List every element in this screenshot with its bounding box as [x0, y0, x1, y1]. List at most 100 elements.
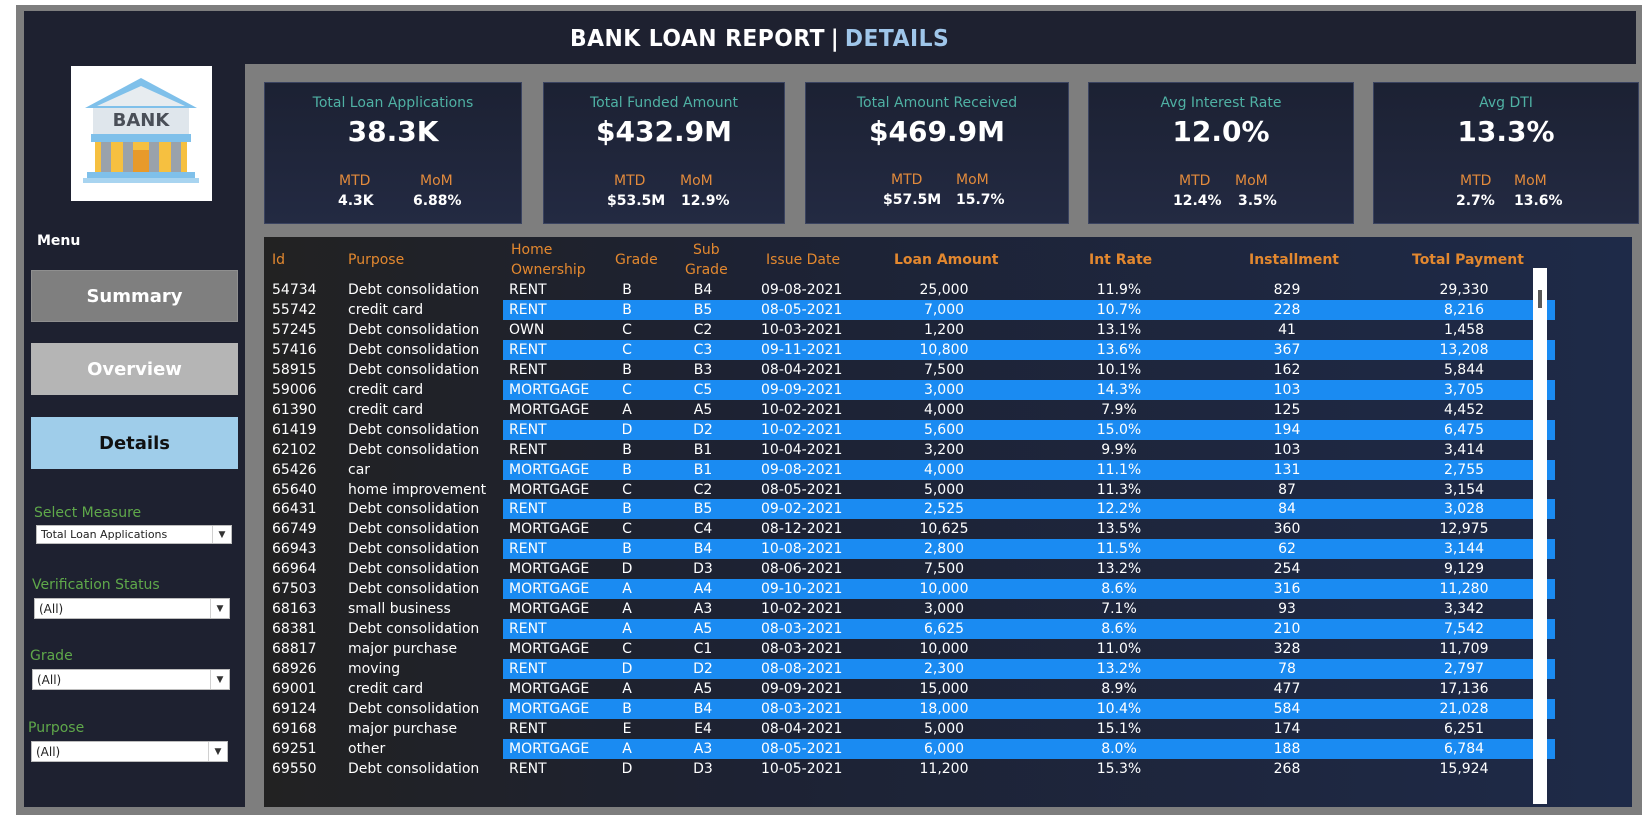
cell-home-ownership: MORTGAGE: [509, 561, 590, 578]
table-row[interactable]: 65640 home improvement MORTGAGE C C2 08-05-20…: [264, 480, 1632, 500]
table-row[interactable]: 57416 Debt consolidation RENT C C3 09-11-2021…: [264, 339, 1632, 360]
cell-home-ownership: RENT: [509, 621, 547, 638]
table-row[interactable]: 59006 credit card MORTGAGE C C5 09-09-2021 3,0…: [264, 379, 1632, 400]
cell-installment: 62: [1278, 541, 1296, 558]
header-int-rate: Int Rate: [1089, 252, 1153, 268]
kpi-total-loan-applications: Total Loan Applications 38.3K MTD MoM 4.…: [264, 82, 522, 224]
cell-total-payment: 13,208: [1439, 341, 1489, 358]
title-accent: DETAILS: [844, 26, 950, 52]
summary-button[interactable]: Summary: [31, 270, 238, 322]
chevron-down-icon: ▼: [210, 670, 229, 689]
table-row[interactable]: 69001 credit card MORTGAGE A A5 09-09-2021 15,…: [264, 679, 1632, 699]
cell-grade: A: [622, 681, 632, 697]
cell-home-ownership: RENT: [509, 421, 547, 438]
details-button[interactable]: Details: [31, 417, 238, 469]
cell-id: 69251: [272, 740, 317, 757]
select-measure-value: Total Loan Applications: [41, 528, 168, 541]
row-highlight: [503, 619, 1555, 640]
table-row[interactable]: 61390 credit card MORTGAGE A A5 10-02-2021 4,0…: [264, 400, 1632, 420]
row-highlight: [503, 659, 1555, 680]
scrollbar-thumb[interactable]: [1538, 290, 1542, 308]
select-measure-dropdown[interactable]: Total Loan Applications ▼: [36, 525, 232, 544]
cell-sub-grade: C2: [693, 321, 713, 338]
table-row[interactable]: 68381 Debt consolidation RENT A A5 08-03-2021…: [264, 619, 1632, 640]
kpi-total-amount-received: Total Amount Received $469.9M MTD MoM $5…: [805, 82, 1069, 224]
kpi-title: Total Loan Applications: [312, 95, 474, 111]
cell-total-payment: 21,028: [1439, 700, 1489, 717]
cell-purpose: Debt consolidation: [348, 700, 480, 717]
cell-purpose: Debt consolidation: [348, 541, 480, 558]
cell-grade: A: [622, 581, 632, 598]
cell-sub-grade: C4: [693, 521, 713, 538]
cell-purpose: Debt consolidation: [348, 561, 480, 578]
kpi-mom-value: 3.5%: [1238, 193, 1277, 209]
table-row[interactable]: 57245 Debt consolidation OWN C C2 10-03-2021 1…: [264, 320, 1632, 340]
table-row[interactable]: 55742 credit card RENT B B5 08-05-2021 7,000 10…: [264, 299, 1632, 320]
cell-installment: 125: [1273, 401, 1301, 418]
cell-issue-date: 08-03-2021: [761, 621, 843, 638]
header-grade: Grade: [615, 252, 658, 268]
table-row[interactable]: 54734 Debt consolidation RENT B B4 09-08-2021…: [264, 280, 1632, 300]
cell-purpose: credit card: [348, 681, 424, 697]
verification-status-dropdown[interactable]: (All) ▼: [34, 598, 230, 619]
overview-button[interactable]: Overview: [31, 343, 238, 395]
cell-sub-grade: B5: [693, 501, 713, 518]
table-row[interactable]: 58915 Debt consolidation RENT B B3 08-04-2021…: [264, 360, 1632, 380]
table-row[interactable]: 66964 Debt consolidation MORTGAGE D D3 08-06-…: [264, 559, 1632, 579]
cell-loan-amount: 10,625: [919, 521, 969, 538]
table-row[interactable]: 69550 Debt consolidation RENT D D3 10-05-2021…: [264, 759, 1632, 779]
cell-sub-grade: B5: [693, 301, 713, 318]
purpose-label: Purpose: [28, 720, 85, 736]
cell-purpose: moving: [348, 661, 401, 678]
kpi-avg-dti: Avg DTI 13.3% MTD MoM 2.7% 13.6%: [1373, 82, 1639, 224]
cell-loan-amount: 4,000: [923, 461, 965, 478]
cell-loan-amount: 25,000: [919, 282, 969, 298]
kpi-mtd-label: MTD: [339, 173, 371, 189]
cell-issue-date: 10-04-2021: [761, 441, 843, 458]
cell-grade: B: [622, 501, 632, 518]
cell-issue-date: 08-05-2021: [761, 481, 843, 498]
table-row[interactable]: 65426 car MORTGAGE B B1 09-08-2021 4,000 11.1% 1…: [264, 459, 1632, 480]
table-row[interactable]: 69168 major purchase RENT E E4 08-04-2021 5,00…: [264, 719, 1632, 739]
purpose-dropdown[interactable]: (All) ▼: [31, 741, 228, 762]
cell-purpose: small business: [348, 601, 451, 618]
cell-grade: B: [622, 361, 632, 378]
cell-total-payment: 2,755: [1443, 461, 1485, 478]
table-row[interactable]: 62102 Debt consolidation RENT B B1 10-04-2021…: [264, 440, 1632, 460]
chevron-down-icon: ▼: [208, 742, 227, 761]
cell-installment: 93: [1278, 601, 1296, 618]
table-row[interactable]: 66943 Debt consolidation RENT B B4 10-08-2021…: [264, 539, 1632, 560]
table-row[interactable]: 67503 Debt consolidation MORTGAGE A A4 09-10-…: [264, 579, 1632, 600]
cell-loan-amount: 10,000: [919, 641, 969, 658]
cell-total-payment: 12,975: [1439, 521, 1489, 538]
cell-grade: A: [622, 740, 632, 757]
kpi-mom-value: 15.7%: [956, 192, 1005, 208]
cell-sub-grade: B4: [693, 700, 713, 717]
table-row[interactable]: 69124 Debt consolidation MORTGAGE B B4 08-03-…: [264, 698, 1632, 719]
cell-total-payment: 3,705: [1443, 381, 1485, 398]
table-row[interactable]: 69251 other MORTGAGE A A3 08-05-2021 6,000 8.0%…: [264, 738, 1632, 759]
cell-int-rate: 13.6%: [1096, 341, 1142, 358]
cell-int-rate: 15.3%: [1096, 760, 1142, 777]
row-highlight: [503, 698, 1555, 719]
cell-issue-date: 09-08-2021: [761, 282, 843, 298]
cell-sub-grade: C2: [693, 481, 713, 498]
table-scrollbar[interactable]: [1533, 268, 1547, 804]
cell-total-payment: 6,475: [1443, 421, 1485, 438]
row-highlight: [503, 419, 1555, 440]
cell-sub-grade: C5: [693, 381, 713, 398]
table-row[interactable]: 68817 major purchase MORTGAGE C C1 08-03-2021…: [264, 639, 1632, 659]
table-row[interactable]: 66431 Debt consolidation RENT B B5 09-02-2021…: [264, 499, 1632, 520]
table-row[interactable]: 66749 Debt consolidation MORTGAGE C C4 08-12-…: [264, 519, 1632, 539]
cell-id: 66749: [272, 521, 317, 538]
grade-label: Grade: [30, 648, 73, 664]
grade-dropdown[interactable]: (All) ▼: [32, 669, 230, 690]
chevron-down-icon: ▼: [210, 599, 229, 618]
header-sub-grade-line1: Sub: [693, 242, 720, 258]
cell-issue-date: 08-04-2021: [761, 720, 843, 737]
table-row[interactable]: 68163 small business MORTGAGE A A3 10-02-2021…: [264, 599, 1632, 619]
cell-int-rate: 13.2%: [1096, 561, 1142, 578]
table-row[interactable]: 68926 moving RENT D D2 08-08-2021 2,300 13.2% 78…: [264, 659, 1632, 680]
table-row[interactable]: 61419 Debt consolidation RENT D D2 10-02-2021…: [264, 419, 1632, 440]
cell-int-rate: 11.9%: [1096, 282, 1142, 298]
